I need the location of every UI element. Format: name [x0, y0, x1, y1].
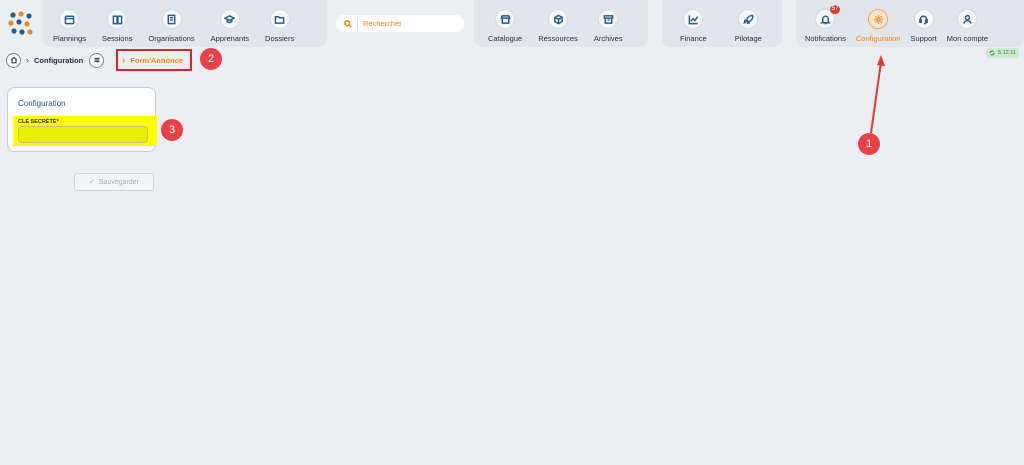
chart-line-icon — [683, 9, 704, 29]
home-button[interactable] — [6, 52, 21, 68]
search-bar[interactable] — [336, 15, 464, 32]
nav-label: Support — [910, 34, 937, 43]
calendar-icon — [59, 9, 80, 29]
building-icon — [161, 9, 182, 29]
secret-key-label: CLÉ SECRÈTE* — [18, 119, 59, 125]
search-input[interactable] — [363, 19, 453, 28]
nav-item-catalogue[interactable]: Catalogue — [488, 0, 522, 43]
nav-label: Apprenants — [210, 34, 250, 43]
chevron-right-icon: › — [26, 55, 29, 65]
save-button[interactable]: ✓ Sauvegarder — [74, 173, 154, 191]
version-text: 5.12.11 — [998, 50, 1016, 56]
home-icon — [10, 56, 17, 64]
gear-icon — [868, 9, 889, 29]
user-icon — [957, 9, 978, 29]
nav-item-ressources[interactable]: Ressources — [538, 0, 578, 43]
nav-group-main: Plannings Sessions Organisations Apprena… — [43, 0, 327, 47]
nav-group-finance: Finance Pilotage — [662, 0, 782, 47]
nav-label: Plannings — [53, 34, 86, 43]
archive-icon — [598, 9, 619, 29]
refresh-icon — [989, 50, 995, 56]
nav-item-dossiers[interactable]: Dossiers — [265, 0, 294, 43]
nav-group-resources: Catalogue Ressources Archives — [474, 0, 648, 47]
nav-item-configuration[interactable]: Configuration — [855, 0, 901, 43]
card-title: Configuration — [18, 99, 66, 108]
nav-item-support[interactable]: Support — [910, 0, 937, 43]
store-icon — [495, 9, 516, 29]
step-marker-1: 1 — [858, 133, 880, 155]
save-button-label: Sauvegarder — [98, 178, 139, 186]
step-marker-3: 3 — [161, 119, 183, 141]
notification-badge: 57 — [829, 5, 841, 14]
nav-label: Ressources — [538, 34, 578, 43]
app-logo[interactable] — [7, 10, 35, 38]
nav-label: Mon compte — [946, 34, 989, 43]
chevron-right-icon: › — [122, 54, 126, 66]
secret-key-field-highlight: CLÉ SECRÈTE* — [13, 116, 157, 146]
breadcrumb-current[interactable]: › Form'Annonce — [116, 49, 192, 71]
nav-label: Notifications — [805, 34, 846, 43]
check-icon: ✓ — [89, 179, 95, 186]
nav-label: Sessions — [101, 34, 133, 43]
breadcrumb: › Configuration — [6, 52, 105, 68]
menu-icon — [94, 57, 100, 63]
nav-label: Dossiers — [265, 34, 295, 43]
nav-item-archives[interactable]: Archives — [594, 0, 623, 43]
nav-item-pilotage[interactable]: Pilotage — [735, 0, 762, 43]
headset-icon — [913, 9, 934, 29]
bell-icon: 57 — [815, 5, 841, 29]
nav-label: Catalogue — [488, 34, 523, 43]
nav-item-apprenants[interactable]: Apprenants — [211, 0, 249, 43]
rocket-icon — [738, 9, 759, 29]
nav-label: Finance — [680, 34, 707, 43]
nav-label: Organisations — [148, 34, 195, 43]
nav-label: Pilotage — [734, 34, 762, 43]
breadcrumb-current-label: Form'Annonce — [130, 55, 183, 65]
secret-key-input[interactable] — [18, 126, 148, 143]
folder-icon — [269, 9, 290, 29]
nav-item-mon-compte[interactable]: Mon compte — [947, 0, 988, 43]
version-badge: 5.12.11 — [986, 48, 1019, 58]
nav-item-finance[interactable]: Finance — [680, 0, 707, 43]
configuration-card: Configuration CLÉ SECRÈTE* — [7, 87, 157, 152]
cube-icon — [548, 9, 568, 29]
search-icon — [344, 19, 352, 28]
nav-item-sessions[interactable]: Sessions — [102, 0, 132, 43]
nav-group-account: 57 Notifications Configuration Support M… — [796, 0, 1024, 47]
nav-label: Configuration — [855, 34, 901, 43]
nav-item-plannings[interactable]: Plannings — [53, 0, 86, 43]
graduation-cap-icon — [219, 9, 240, 29]
step-marker-2: 2 — [200, 48, 222, 70]
breadcrumb-section[interactable]: Configuration — [34, 56, 83, 65]
breadcrumb-menu-button[interactable] — [89, 52, 105, 68]
search-divider — [357, 18, 358, 29]
nav-item-notifications[interactable]: 57 Notifications — [805, 0, 846, 43]
nav-item-organisations[interactable]: Organisations — [148, 0, 195, 43]
book-icon — [107, 9, 128, 29]
nav-label: Archives — [593, 34, 623, 43]
